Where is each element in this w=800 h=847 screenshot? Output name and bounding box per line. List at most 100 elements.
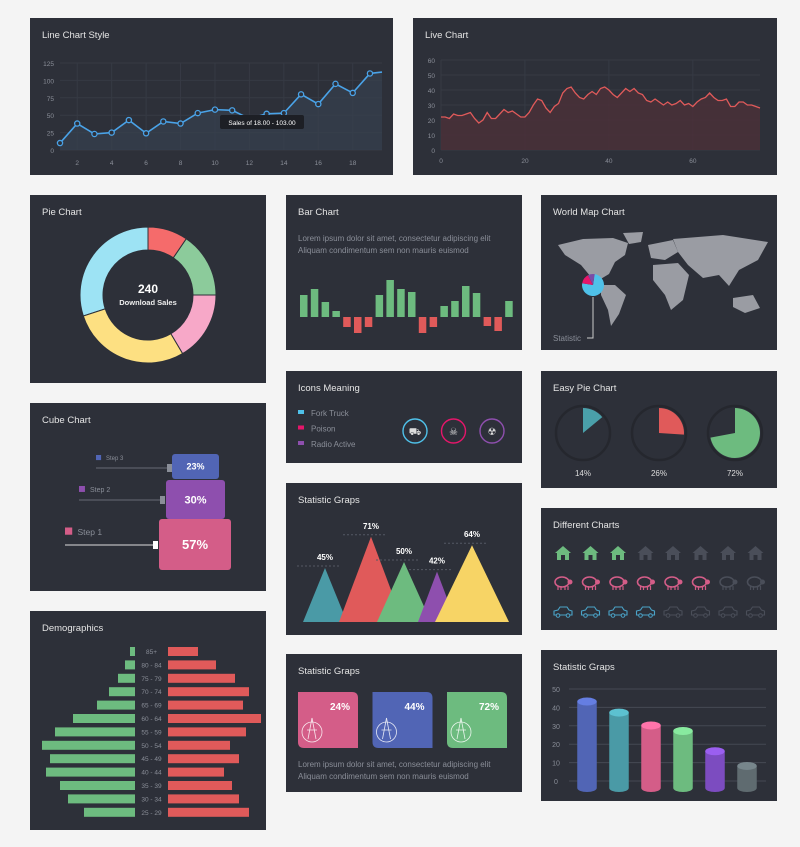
car-wheel bbox=[758, 613, 763, 618]
cube-chart: Step 3 23% Step 2 30% Step 1 57% bbox=[65, 454, 231, 570]
y-tick-label: 50 bbox=[428, 73, 436, 80]
pie-chart-panel: Pie Chart 240 Download Sales bbox=[30, 195, 266, 383]
pictogram-cell bbox=[746, 576, 765, 590]
age-group-label: 60 - 64 bbox=[141, 716, 162, 723]
card-value: 72% bbox=[479, 702, 499, 713]
house-icon bbox=[637, 546, 654, 560]
y-tick-label: 20 bbox=[428, 118, 436, 125]
sheep-head bbox=[760, 579, 765, 585]
triangle-stats-panel: Statistic Graps 45% 71% 50% 42% 64% bbox=[286, 483, 522, 635]
easy-pie-panel: Easy Pie Chart 14% 26% 72% bbox=[541, 371, 777, 488]
bar bbox=[364, 317, 373, 327]
data-point bbox=[91, 130, 98, 138]
donut-segment bbox=[170, 294, 217, 355]
y-tick-label: 125 bbox=[43, 61, 54, 68]
callout-line bbox=[587, 297, 594, 339]
pictogram-cell bbox=[554, 576, 573, 590]
bar bbox=[483, 317, 492, 326]
age-group-label: 50 - 54 bbox=[141, 743, 162, 750]
pyramid-bar-right bbox=[168, 781, 232, 790]
pyramid-bar-left bbox=[46, 767, 135, 777]
pictogram-cell bbox=[691, 576, 710, 590]
card-value: 24% bbox=[330, 702, 350, 713]
pictogram-cell bbox=[637, 546, 654, 560]
car-wheel bbox=[620, 613, 626, 618]
bar bbox=[418, 317, 427, 333]
sheep-head bbox=[595, 579, 600, 585]
sheep-head bbox=[677, 579, 683, 585]
skull-icon: ☠ bbox=[449, 427, 458, 438]
step-handle bbox=[153, 541, 158, 549]
data-point bbox=[160, 118, 167, 125]
pictogram-cell bbox=[692, 546, 709, 560]
y-tick-label: 50 bbox=[552, 687, 560, 694]
sheep-icon bbox=[746, 576, 763, 588]
age-group-label: 85+ bbox=[146, 649, 157, 656]
y-tick-label: 40 bbox=[428, 88, 436, 95]
data-point bbox=[211, 106, 219, 113]
pictogram-cell bbox=[665, 546, 681, 560]
value-label: 71% bbox=[363, 522, 379, 531]
data-point bbox=[125, 116, 133, 124]
pyramid-bar-right bbox=[168, 807, 249, 817]
cylinder-bar bbox=[609, 712, 629, 792]
house-icon bbox=[582, 546, 599, 560]
pictogram-cell bbox=[553, 606, 573, 618]
map-label: Statistic bbox=[553, 334, 581, 343]
pyramid-bar-right bbox=[168, 687, 249, 697]
demographics-panel: Demographics 85+ 80 - 84 75 - 79 70 - 74 65 … bbox=[30, 611, 266, 830]
bar bbox=[505, 301, 513, 317]
bar bbox=[462, 286, 470, 317]
bar bbox=[429, 317, 438, 327]
center-value: 240 bbox=[138, 282, 158, 296]
stat-cards-panel: Statistic Graps 24% 44% 72% Lorem ipsum do… bbox=[286, 654, 522, 792]
cube-chart-panel: Cube Chart Step 3 23% Step 2 30% Step 1 57% bbox=[30, 403, 266, 591]
house-icon bbox=[555, 546, 571, 560]
sheep-icon bbox=[554, 576, 570, 588]
sheep-icon bbox=[664, 576, 680, 588]
pyramid-bar-right bbox=[168, 754, 239, 764]
bar bbox=[354, 317, 362, 333]
sheep-head bbox=[732, 579, 738, 585]
sheep-icon bbox=[609, 576, 625, 588]
live-chart-panel: Live Chart 0 10 20 30 40 50 60 0 20 40 60 bbox=[413, 18, 777, 175]
y-tick-label: 10 bbox=[428, 133, 436, 140]
pie-label: 26% bbox=[651, 469, 667, 478]
y-tick-label: 30 bbox=[428, 103, 436, 110]
data-point bbox=[108, 129, 115, 136]
car-wheel bbox=[720, 613, 726, 618]
x-tick-label: 60 bbox=[689, 158, 697, 165]
value-label: 64% bbox=[464, 530, 480, 539]
car-wheel bbox=[648, 613, 653, 618]
card-value: 44% bbox=[404, 702, 424, 713]
cylinder-top bbox=[737, 761, 757, 770]
tooltip-text: Sales of 18.00 - 103.00 bbox=[228, 120, 296, 127]
pictogram-cell bbox=[555, 546, 571, 560]
car-wheel bbox=[565, 613, 571, 618]
sheep-icon bbox=[719, 576, 735, 588]
age-group-label: 40 - 44 bbox=[141, 770, 162, 777]
cylinder-bar bbox=[673, 731, 693, 792]
x-tick-label: 10 bbox=[211, 160, 219, 167]
bar bbox=[440, 306, 448, 317]
cylinder-top bbox=[705, 747, 725, 756]
description-line: Lorem ipsum dolor sit amet, consectetur … bbox=[298, 760, 491, 769]
bar bbox=[321, 302, 330, 317]
y-tick-label: 50 bbox=[47, 113, 55, 120]
cube-value: 57% bbox=[182, 537, 208, 552]
pictogram-cell bbox=[582, 546, 599, 560]
cylinder-top bbox=[577, 697, 597, 706]
live-chart: 0 10 20 30 40 50 60 0 20 40 60 bbox=[428, 58, 761, 165]
bar bbox=[397, 289, 405, 317]
data-point bbox=[194, 109, 202, 117]
y-tick-label: 20 bbox=[552, 742, 560, 749]
data-point bbox=[280, 109, 288, 117]
pyramid-bar-left bbox=[118, 673, 135, 683]
bar bbox=[343, 317, 351, 327]
stat-card bbox=[372, 692, 433, 748]
age-group-label: 80 - 84 bbox=[141, 662, 162, 669]
pyramid-bar-right bbox=[168, 767, 224, 777]
cylinder-top bbox=[609, 708, 629, 717]
cylinder-top bbox=[673, 727, 693, 735]
pyramid-bar-right bbox=[168, 794, 239, 804]
